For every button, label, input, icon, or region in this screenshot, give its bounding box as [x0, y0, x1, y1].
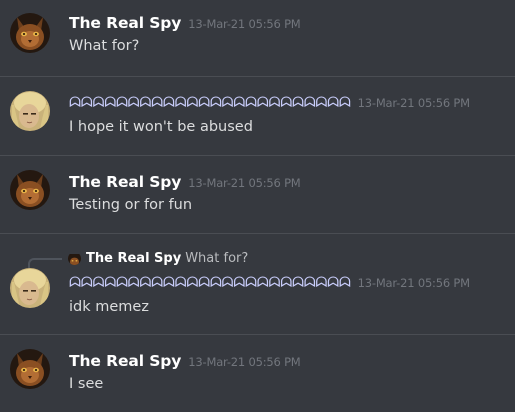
cat-avatar-icon — [10, 170, 50, 210]
message-content: idk memez — [69, 299, 149, 315]
message: The Real Spy 13-Mar-21 05:56 PM What for… — [0, 0, 515, 76]
reply-reference[interactable]: The Real Spy What for? — [68, 249, 248, 267]
message-timestamp: 13-Mar-21 05:56 PM — [357, 96, 470, 110]
blonde-avatar-icon — [10, 91, 50, 131]
message-header: The Real Spy 13-Mar-21 05:56 PM — [69, 173, 301, 193]
user-avatar[interactable] — [10, 349, 50, 389]
message-content: Testing or for fun — [69, 197, 193, 213]
user-avatar[interactable] — [10, 13, 50, 53]
user-avatar[interactable] — [10, 91, 50, 131]
reply-author-name[interactable]: The Real Spy — [86, 251, 181, 266]
author-name[interactable]: The Real Spy — [69, 173, 181, 191]
message-timestamp: 13-Mar-21 05:56 PM — [188, 17, 301, 31]
message: The Real Spy What for? ᗣᗣᗣᗣᗣᗣᗣᗣᗣᗣᗣᗣᗣᗣᗣᗣᗣ… — [0, 234, 515, 334]
reply-text: What for? — [185, 250, 249, 266]
message-timestamp: 13-Mar-21 05:56 PM — [188, 355, 301, 369]
blonde-avatar-icon — [10, 268, 50, 308]
message-content: I hope it won't be abused — [69, 119, 253, 135]
message-content: What for? — [69, 38, 140, 54]
author-name[interactable]: The Real Spy — [69, 14, 181, 32]
user-avatar[interactable] — [10, 170, 50, 210]
user-avatar[interactable] — [10, 268, 50, 308]
message: ᗣᗣᗣᗣᗣᗣᗣᗣᗣᗣᗣᗣᗣᗣᗣᗣᗣᗣᗣᗣᗣᗣᗣᗣ 13-Mar-21 05:56… — [0, 77, 515, 155]
cat-avatar-icon — [68, 253, 81, 265]
message: The Real Spy 13-Mar-21 05:56 PM I see — [0, 335, 515, 412]
author-name[interactable]: ᗣᗣᗣᗣᗣᗣᗣᗣᗣᗣᗣᗣᗣᗣᗣᗣᗣᗣᗣᗣᗣᗣᗣᗣ — [69, 95, 351, 111]
cat-avatar-icon — [10, 13, 50, 53]
cat-avatar-icon — [10, 349, 50, 389]
message-header: The Real Spy 13-Mar-21 05:56 PM — [69, 14, 301, 34]
message-header: The Real Spy 13-Mar-21 05:56 PM — [69, 352, 301, 372]
message-timestamp: 13-Mar-21 05:56 PM — [188, 176, 301, 190]
message-timestamp: 13-Mar-21 05:56 PM — [357, 276, 470, 290]
message: The Real Spy 13-Mar-21 05:56 PM Testing … — [0, 156, 515, 233]
message-header: ᗣᗣᗣᗣᗣᗣᗣᗣᗣᗣᗣᗣᗣᗣᗣᗣᗣᗣᗣᗣᗣᗣᗣᗣ 13-Mar-21 05:56… — [69, 95, 470, 115]
message-header: ᗣᗣᗣᗣᗣᗣᗣᗣᗣᗣᗣᗣᗣᗣᗣᗣᗣᗣᗣᗣᗣᗣᗣᗣ 13-Mar-21 05:56… — [69, 275, 470, 295]
author-name[interactable]: ᗣᗣᗣᗣᗣᗣᗣᗣᗣᗣᗣᗣᗣᗣᗣᗣᗣᗣᗣᗣᗣᗣᗣᗣ — [69, 275, 351, 291]
reply-avatar — [68, 252, 81, 265]
message-content: I see — [69, 376, 104, 392]
author-name[interactable]: The Real Spy — [69, 352, 181, 370]
